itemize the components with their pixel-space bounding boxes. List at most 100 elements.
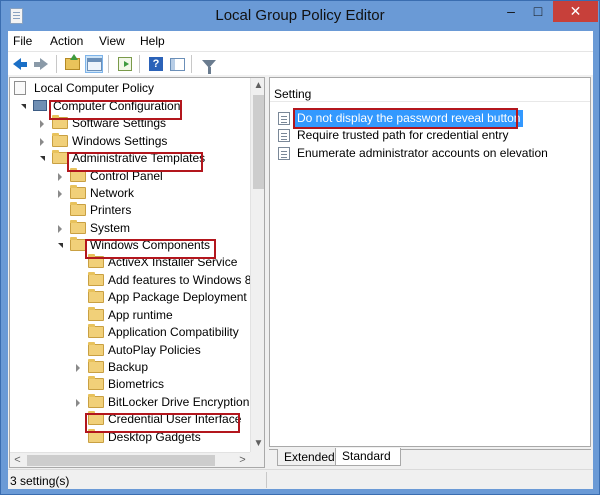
computer-icon <box>33 100 47 111</box>
filter-icon <box>202 60 216 74</box>
setting-row[interactable]: Enumerate administrator accounts on elev… <box>274 145 584 162</box>
setting-name: Require trusted path for credential entr… <box>297 128 509 142</box>
collapsed-arrow-icon[interactable] <box>76 364 80 372</box>
setting-name: Enumerate administrator accounts on elev… <box>297 146 548 160</box>
tree-item[interactable]: Windows Settings <box>10 133 250 150</box>
highlight-password-reveal-setting <box>293 108 518 129</box>
tab-extended[interactable]: Extended <box>277 449 337 466</box>
tree-vertical-scrollbar[interactable]: ▲ ▼ <box>250 78 264 452</box>
scroll-right-arrow-icon[interactable]: > <box>235 453 250 467</box>
expanded-arrow-icon[interactable] <box>40 156 45 161</box>
policy-setting-icon <box>278 147 290 160</box>
tree-item-label: Windows Settings <box>72 134 168 148</box>
tree-item-label: System <box>90 221 131 235</box>
folder-icon <box>88 272 104 286</box>
scroll-left-arrow-icon[interactable]: < <box>10 453 25 467</box>
window: Local Group Policy Editor – □ ✕ File Act… <box>0 0 600 495</box>
tree-item[interactable]: App runtime <box>10 307 250 324</box>
help-icon: ? <box>149 57 163 71</box>
tree-item[interactable]: System <box>10 220 250 237</box>
view-tabs: Extended Standard <box>269 448 591 469</box>
tree-item[interactable]: Network <box>10 185 250 202</box>
header-divider <box>270 101 590 102</box>
setting-column-header[interactable]: Setting <box>274 87 311 101</box>
folder-icon <box>88 376 104 390</box>
scroll-up-arrow-icon[interactable]: ▲ <box>251 78 264 94</box>
menu-view[interactable]: View <box>99 34 125 48</box>
menu-file[interactable]: File <box>13 34 32 48</box>
tree-item[interactable]: Biometrics <box>10 376 250 393</box>
title-bar[interactable]: Local Group Policy Editor – □ ✕ <box>1 1 599 31</box>
scroll-thumb[interactable] <box>253 95 264 189</box>
tree-item-label: Network <box>90 186 135 200</box>
setting-row[interactable]: Require trusted path for credential entr… <box>274 127 584 144</box>
minimize-button[interactable]: – <box>498 1 524 22</box>
help-button[interactable]: ? <box>147 55 165 73</box>
tree-item-label: Local Computer Policy <box>34 81 155 95</box>
tree-item-label: Biometrics <box>108 377 165 391</box>
tree-item-label: Printers <box>90 203 132 217</box>
tree-item[interactable]: Application Compatibility <box>10 324 250 341</box>
folder-icon <box>70 220 86 234</box>
console-tree-icon <box>86 57 102 71</box>
folder-icon <box>52 150 68 164</box>
settings-pane[interactable]: Setting Do not display the password reve… <box>269 77 591 447</box>
folder-icon <box>88 324 104 338</box>
collapsed-arrow-icon[interactable] <box>40 138 44 146</box>
collapsed-arrow-icon[interactable] <box>40 120 44 128</box>
console-tree[interactable]: Local Computer Policy Computer Configurat… <box>9 77 265 468</box>
folder-up-icon <box>64 54 80 70</box>
up-one-level-button[interactable] <box>63 54 81 73</box>
collapsed-arrow-icon[interactable] <box>58 225 62 233</box>
tree-item[interactable]: BitLocker Drive Encryption <box>10 394 250 411</box>
expanded-arrow-icon[interactable] <box>58 243 63 248</box>
setting-row[interactable]: Do not display the password reveal butto… <box>274 108 584 129</box>
tree-item[interactable]: AutoPlay Policies <box>10 342 250 359</box>
show-hide-console-tree-button[interactable] <box>85 55 103 73</box>
tab-standard[interactable]: Standard <box>335 448 401 466</box>
tree-item-label: App Package Deployment <box>108 290 247 304</box>
tree-item-label: Backup <box>108 360 149 374</box>
menu-action[interactable]: Action <box>50 34 83 48</box>
tree-item-label: BitLocker Drive Encryption <box>108 395 250 409</box>
folder-icon <box>88 342 104 356</box>
highlight-administrative-templates <box>67 152 203 172</box>
collapsed-arrow-icon[interactable] <box>58 173 62 181</box>
tree-item[interactable]: Printers <box>10 202 250 219</box>
tree-item[interactable]: Backup <box>10 359 250 376</box>
status-text: 3 setting(s) <box>10 474 70 488</box>
tree-item-label: Application Compatibility <box>108 325 239 339</box>
toolbar-separator <box>56 55 57 73</box>
tree-item-label: Add features to Windows 8 <box>108 273 252 287</box>
toolbar: ? <box>8 51 593 75</box>
export-list-button[interactable] <box>116 55 134 73</box>
tree-item-label: App runtime <box>108 308 173 322</box>
collapsed-arrow-icon[interactable] <box>76 399 80 407</box>
scroll-down-arrow-icon[interactable]: ▼ <box>251 436 264 452</box>
client-area: Local Computer Policy Computer Configurat… <box>8 75 593 489</box>
collapsed-arrow-icon[interactable] <box>58 190 62 198</box>
forward-arrow-icon[interactable] <box>32 55 50 73</box>
tree-item[interactable]: Local Computer Policy <box>10 80 250 97</box>
filter-button[interactable] <box>200 55 218 74</box>
expanded-arrow-icon[interactable] <box>21 104 26 109</box>
maximize-button[interactable]: □ <box>525 1 551 22</box>
close-button[interactable]: ✕ <box>553 1 598 22</box>
tree-horizontal-scrollbar[interactable]: < > <box>10 452 250 467</box>
policy-setting-icon <box>278 129 290 142</box>
toolbar-separator <box>139 55 140 73</box>
tree-item[interactable]: Add features to Windows 8 <box>10 272 252 289</box>
show-action-pane-button[interactable] <box>168 55 186 73</box>
folder-icon <box>88 394 104 408</box>
back-arrow-icon[interactable] <box>11 55 29 73</box>
export-icon <box>118 57 132 71</box>
tree-item[interactable]: App Package Deployment <box>10 289 250 306</box>
view-pane-icon <box>169 57 185 71</box>
toolbar-separator <box>191 55 192 73</box>
menu-bar: File Action View Help <box>8 31 593 51</box>
highlight-computer-configuration <box>49 100 182 120</box>
folder-icon <box>88 289 104 303</box>
scroll-thumb-horizontal[interactable] <box>27 455 215 466</box>
menu-help[interactable]: Help <box>140 34 165 48</box>
folder-icon <box>70 202 86 216</box>
